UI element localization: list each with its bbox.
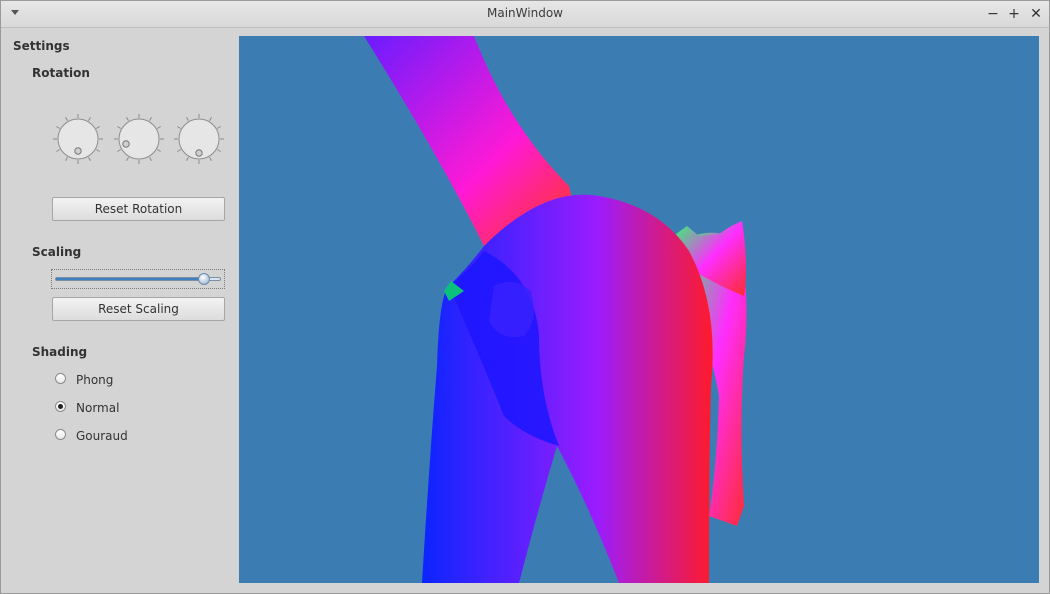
settings-heading: Settings: [13, 39, 70, 53]
reset-rotation-button[interactable]: Reset Rotation: [52, 197, 225, 221]
shading-option-phong-label[interactable]: Phong: [76, 373, 113, 387]
shading-radio-normal[interactable]: [55, 401, 66, 412]
rotation-dial-x[interactable]: [51, 112, 105, 166]
shading-radio-phong[interactable]: [55, 373, 66, 384]
shading-label: Shading: [32, 345, 88, 359]
title-bar: MainWindow − + ✕: [1, 1, 1049, 28]
maximize-icon[interactable]: +: [1006, 6, 1022, 22]
rotation-dial-z[interactable]: [172, 112, 226, 166]
scaling-slider-handle[interactable]: [198, 273, 211, 285]
reset-scaling-button[interactable]: Reset Scaling: [52, 297, 225, 321]
shading-option-normal-label[interactable]: Normal: [76, 401, 119, 415]
rotation-dial-y[interactable]: [112, 112, 166, 166]
radio-dot: [58, 404, 63, 409]
scaling-label: Scaling: [32, 245, 82, 259]
scaling-slider-track: [55, 277, 221, 281]
main-window: MainWindow − + ✕ Settings Rotation Reset…: [0, 0, 1050, 594]
rendered-cat-model: [364, 36, 747, 583]
shading-option-gouraud-label[interactable]: Gouraud: [76, 429, 128, 443]
rotation-label: Rotation: [32, 66, 90, 80]
gl-viewport[interactable]: [239, 36, 1039, 583]
scaling-slider[interactable]: [51, 269, 225, 289]
window-title: MainWindow: [487, 6, 563, 20]
minimize-icon[interactable]: −: [985, 6, 1001, 22]
shading-radio-gouraud[interactable]: [55, 429, 66, 440]
scaling-slider-fill: [56, 278, 204, 280]
close-icon[interactable]: ✕: [1028, 6, 1044, 22]
